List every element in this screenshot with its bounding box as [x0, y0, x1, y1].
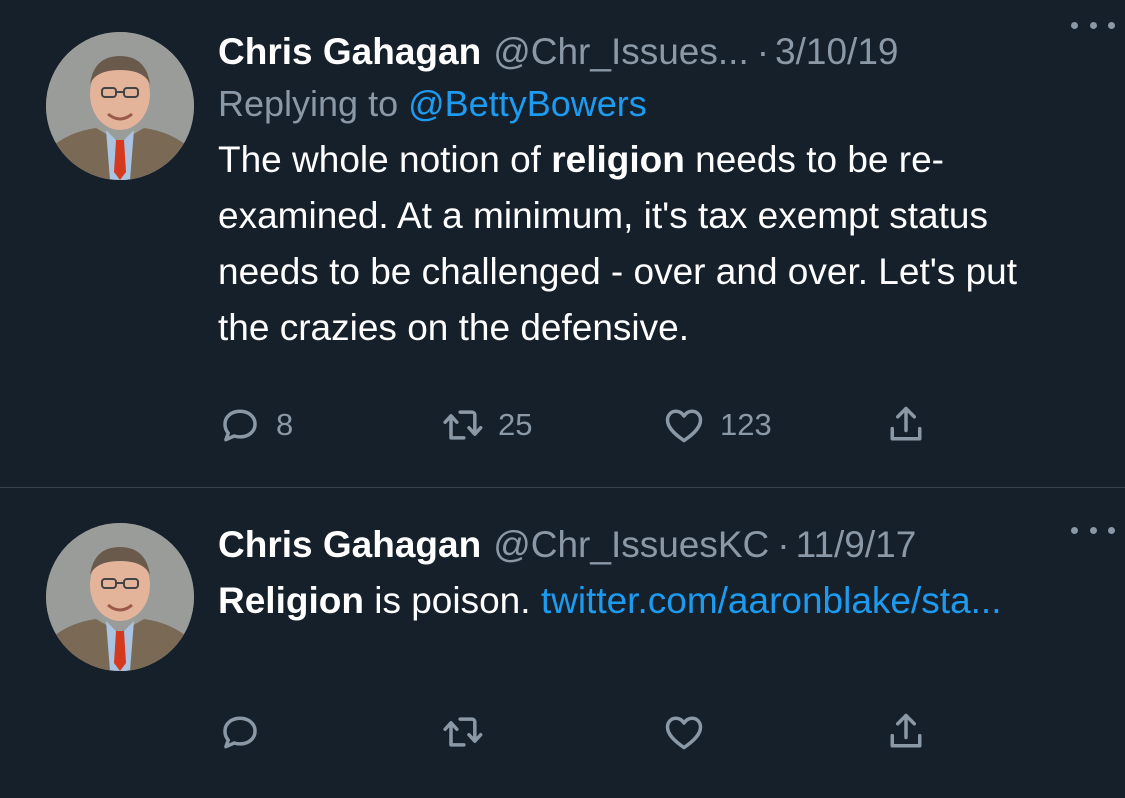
- more-options-icon[interactable]: [1071, 10, 1115, 40]
- replying-to-mention[interactable]: @BettyBowers: [408, 83, 647, 124]
- share-icon: [890, 713, 922, 748]
- tweet-header: Chris Gahagan @Chr_Issues... · 3/10/19: [218, 26, 1078, 78]
- tweet[interactable]: Chris Gahagan @Chr_Issues... · 3/10/19 R…: [0, 0, 1125, 488]
- retweet-count: 25: [498, 407, 533, 442]
- more-dot: [1089, 21, 1097, 29]
- retweet-button[interactable]: 25: [440, 400, 532, 450]
- like-button[interactable]: 123: [662, 400, 772, 450]
- reply-count: 8: [276, 407, 294, 442]
- tweet-body: Chris Gahagan @Chr_Issues... · 3/10/19 R…: [218, 26, 1078, 356]
- avatar[interactable]: [46, 32, 194, 180]
- timeline-feed: Chris Gahagan @Chr_Issues... · 3/10/19 R…: [0, 0, 1125, 798]
- separator-dot: ·: [777, 524, 790, 565]
- tweet-text: Religion is poison. twitter.com/aaronbla…: [218, 573, 1068, 629]
- share-button[interactable]: [884, 707, 928, 757]
- author-handle[interactable]: @Chr_IssuesKC: [493, 519, 769, 571]
- reply-button[interactable]: [218, 707, 262, 757]
- heart-icon: [665, 716, 703, 750]
- avatar[interactable]: [46, 523, 194, 671]
- separator-dot: ·: [756, 31, 770, 72]
- more-dot: [1071, 526, 1078, 534]
- tweet-body: Chris Gahagan @Chr_IssuesKC · 11/9/17 Re…: [218, 519, 1078, 629]
- tweet-text-bold: Religion: [218, 580, 364, 621]
- tweet-date[interactable]: 3/10/19: [775, 26, 898, 78]
- tweet-text-bold: religion: [551, 139, 685, 180]
- avatar-image: [46, 32, 194, 180]
- tweet[interactable]: Chris Gahagan @Chr_IssuesKC · 11/9/17 Re…: [0, 489, 1125, 798]
- replying-to-line: Replying to @BettyBowers: [218, 78, 1078, 130]
- more-dot: [1089, 526, 1097, 534]
- retweet-button[interactable]: [440, 707, 484, 757]
- tweet-header: Chris Gahagan @Chr_IssuesKC · 11/9/17: [218, 519, 1078, 571]
- replying-to-label: Replying to: [218, 83, 409, 124]
- reply-icon: [223, 716, 257, 749]
- more-dot: [1108, 21, 1115, 29]
- like-button[interactable]: [662, 707, 706, 757]
- more-dot: [1108, 526, 1115, 534]
- retweet-icon: [443, 410, 483, 440]
- share-icon: [890, 406, 922, 441]
- retweet-icon: [443, 717, 483, 747]
- author-handle[interactable]: @Chr_Issues...: [493, 26, 749, 78]
- tweet-text-part: The whole notion of: [218, 139, 552, 180]
- share-button[interactable]: [884, 400, 928, 450]
- avatar-image: [46, 523, 194, 671]
- more-options-icon[interactable]: [1071, 515, 1115, 545]
- tweet-date[interactable]: 11/9/17: [796, 519, 917, 571]
- more-dot: [1071, 21, 1078, 29]
- tweet-text-part: is poison.: [363, 580, 541, 621]
- reply-button[interactable]: 8: [218, 400, 293, 450]
- tweet-actions: 8 25 123: [218, 400, 938, 450]
- tweet-link[interactable]: twitter.com/aaronblake/sta...: [541, 580, 1002, 621]
- like-count: 123: [720, 407, 772, 442]
- author-name[interactable]: Chris Gahagan: [218, 26, 481, 78]
- author-name[interactable]: Chris Gahagan: [218, 519, 481, 571]
- heart-icon: [665, 409, 703, 443]
- tweet-actions: [218, 707, 938, 757]
- reply-icon: [223, 409, 257, 442]
- tweet-text: The whole notion of religion needs to be…: [218, 132, 1078, 356]
